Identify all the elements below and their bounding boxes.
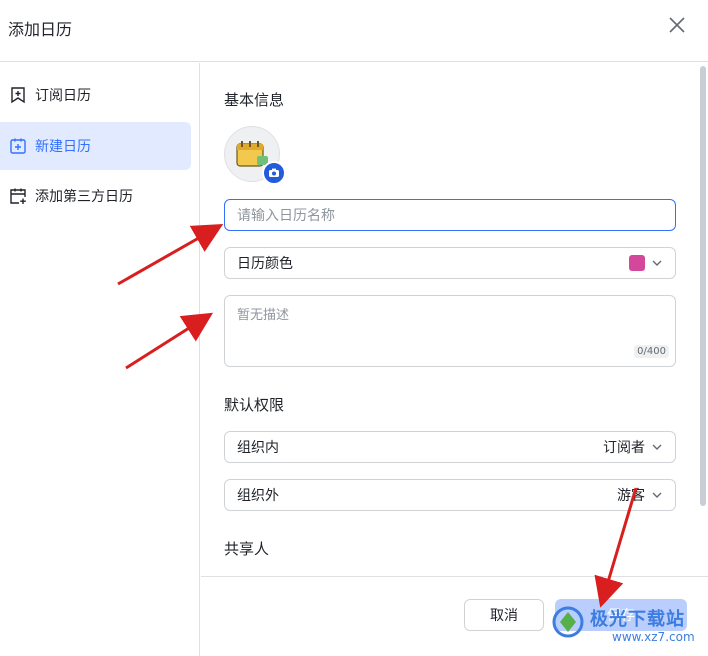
form-content: 基本信息 请输入日历名称 日历颜色 暂无描述 0/400 默认权限 组织内 订阅… bbox=[201, 63, 708, 575]
char-counter: 0/400 bbox=[634, 345, 669, 358]
default-permissions-heading: 默认权限 bbox=[224, 396, 285, 414]
add-calendar-dialog: 添加日历 订阅日历 新建日历 添加第三方日历 基本信息 请输入日历名称 日历颜色… bbox=[0, 0, 708, 656]
calendar-color-select[interactable]: 日历颜色 bbox=[224, 247, 676, 279]
basic-info-heading: 基本信息 bbox=[224, 91, 285, 109]
permission-external-label: 组织外 bbox=[237, 488, 279, 504]
calendar-name-input[interactable]: 请输入日历名称 bbox=[224, 199, 676, 231]
dialog-header: 添加日历 bbox=[0, 0, 708, 62]
calendar-name-placeholder: 请输入日历名称 bbox=[237, 208, 335, 224]
color-swatch bbox=[629, 255, 645, 271]
close-icon[interactable] bbox=[664, 12, 690, 38]
cancel-button[interactable]: 取消 bbox=[464, 599, 544, 631]
camera-icon[interactable] bbox=[262, 161, 286, 185]
chevron-down-icon bbox=[652, 492, 662, 498]
sharers-heading: 共享人 bbox=[224, 540, 270, 558]
sidebar-item-label: 订阅日历 bbox=[35, 88, 91, 104]
sidebar-item-third-party[interactable]: 添加第三方日历 bbox=[0, 172, 191, 220]
watermark-text: 极光下载站 bbox=[590, 609, 685, 630]
calendar-color-label: 日历颜色 bbox=[237, 256, 293, 272]
chevron-down-icon bbox=[652, 444, 662, 450]
bookmark-add-icon bbox=[8, 85, 28, 105]
description-textarea[interactable]: 暂无描述 0/400 bbox=[224, 295, 676, 367]
watermark-url: www.xz7.com bbox=[612, 630, 695, 644]
sidebar-item-subscribe[interactable]: 订阅日历 bbox=[0, 71, 191, 119]
permission-internal-label: 组织内 bbox=[237, 440, 279, 456]
scrollbar[interactable] bbox=[700, 66, 706, 506]
chevron-down-icon bbox=[652, 260, 662, 266]
permission-external-select[interactable]: 组织外 游客 bbox=[224, 479, 676, 511]
calendar-add-icon bbox=[8, 186, 28, 206]
calendar-plus-icon bbox=[8, 136, 28, 156]
permission-external-value: 游客 bbox=[617, 488, 645, 504]
description-placeholder: 暂无描述 bbox=[237, 308, 290, 323]
sidebar: 订阅日历 新建日历 添加第三方日历 bbox=[0, 63, 200, 656]
permission-internal-value: 订阅者 bbox=[603, 440, 645, 456]
sidebar-item-new-calendar[interactable]: 新建日历 bbox=[0, 122, 191, 170]
sidebar-item-label: 添加第三方日历 bbox=[35, 189, 133, 205]
permission-internal-select[interactable]: 组织内 订阅者 bbox=[224, 431, 676, 463]
dialog-title: 添加日历 bbox=[8, 20, 73, 39]
sidebar-item-label: 新建日历 bbox=[35, 139, 91, 155]
